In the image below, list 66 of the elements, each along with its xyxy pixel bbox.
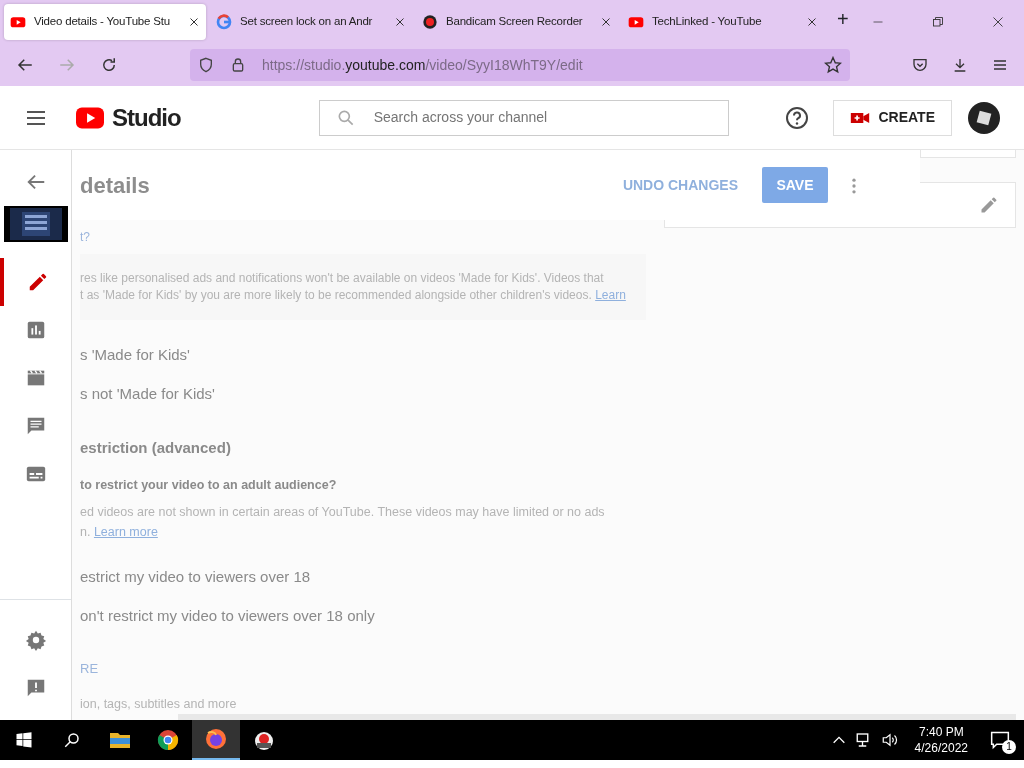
description-line: res like personalised ads and notifications won't be available on videos 'Made for Kids'. Videos that <box>80 270 605 287</box>
close-icon[interactable] <box>188 16 200 28</box>
search-input[interactable]: Search across your channel <box>371 106 712 129</box>
browser-tab[interactable]: Bandicam Screen Recorder <box>416 4 618 40</box>
avatar[interactable] <box>968 101 1000 134</box>
play-logo-icon <box>10 14 26 30</box>
taskbar-clock[interactable]: 7:40 PM 4/26/2022 <box>914 724 968 756</box>
tab-title: TechLinked - YouTube <box>652 14 763 30</box>
radio-option-label[interactable]: estrict my video to viewers over 18 <box>80 566 912 589</box>
g-logo-icon <box>216 14 232 30</box>
show-more-link[interactable]: RE <box>80 659 912 679</box>
radio-option-label[interactable]: s not 'Made for Kids' <box>80 382 912 405</box>
search-field[interactable]: Search across your channel <box>318 99 729 136</box>
download-icon[interactable] <box>952 57 968 73</box>
menu-icon[interactable] <box>992 57 1008 73</box>
record-icon <box>422 14 438 30</box>
notification-icon[interactable] <box>990 730 1010 750</box>
back-arrow-icon[interactable] <box>16 56 34 74</box>
question-text: to restrict your video to an adult audience? <box>80 476 338 494</box>
pencil-icon[interactable] <box>979 195 999 215</box>
logo-text: Studio <box>112 102 181 133</box>
save-button[interactable]: SAVE <box>762 167 828 203</box>
tab-title: Bandicam Screen Recorder <box>446 14 584 30</box>
settings-icon[interactable] <box>24 629 47 651</box>
tab-title: Video details - YouTube Stu <box>34 14 171 30</box>
notification-count: 1 <box>1002 740 1016 754</box>
reload-icon[interactable] <box>100 56 118 74</box>
close-icon[interactable] <box>394 16 406 28</box>
clock-time: 7:40 PM <box>917 724 965 740</box>
description-line: ed videos are not shown in certain areas of YouTube. These videos may have limited or no ads <box>80 504 606 522</box>
learn-more-link[interactable]: Learn <box>595 288 626 302</box>
lock-icon <box>230 57 246 73</box>
caption-text: ion, tags, subtitles and more <box>80 695 238 713</box>
create-button[interactable]: CREATE <box>833 99 952 136</box>
shield-icon <box>198 57 214 73</box>
radio-option-label[interactable]: on't restrict my video to viewers over 18 only <box>80 604 912 628</box>
browser-tab[interactable]: Set screen lock on an Andr <box>210 4 412 40</box>
help-link[interactable]: t? <box>80 228 912 246</box>
close-icon[interactable] <box>600 16 612 28</box>
section-heading: estriction (advanced) <box>80 438 232 458</box>
learn-more-link[interactable]: Learn more <box>93 525 158 540</box>
undo-changes-button[interactable]: UNDO CHANGES <box>606 173 754 197</box>
description-line: n. Learn more <box>80 524 159 542</box>
tab-title: Set screen lock on an Andr <box>240 14 374 30</box>
clock-date: 4/26/2022 <box>914 740 968 756</box>
browser-tab[interactable]: TechLinked - YouTube <box>622 4 824 40</box>
search-icon[interactable] <box>63 731 81 749</box>
pocket-icon[interactable] <box>912 57 928 73</box>
restore-icon[interactable] <box>932 16 944 28</box>
volume-icon[interactable] <box>880 731 899 749</box>
star-icon[interactable] <box>824 56 842 74</box>
new-tab-button[interactable]: + <box>828 8 858 30</box>
firefox-logo-icon[interactable] <box>204 727 228 751</box>
description-line: t as 'Made for Kids' by you are more likely to be recommended alongside other children's videos. Learn <box>80 287 627 304</box>
chrome-logo-icon[interactable] <box>156 728 180 752</box>
close-icon[interactable] <box>806 16 818 28</box>
help-icon[interactable] <box>785 105 810 130</box>
scrollbar[interactable] <box>178 713 1016 720</box>
address-bar[interactable]: https://studio.youtube.com/video/SyyI18WhT9Y/edit <box>190 49 850 81</box>
page-title: details <box>80 171 150 200</box>
play-logo-icon <box>628 14 644 30</box>
windows-start-icon[interactable] <box>15 731 33 749</box>
close-icon[interactable] <box>992 16 1004 28</box>
browser-tab[interactable]: Video details - YouTube Stu <box>4 4 206 40</box>
radio-option-label[interactable]: s 'Made for Kids' <box>80 344 912 367</box>
studio-logo[interactable]: Studio <box>72 99 181 136</box>
